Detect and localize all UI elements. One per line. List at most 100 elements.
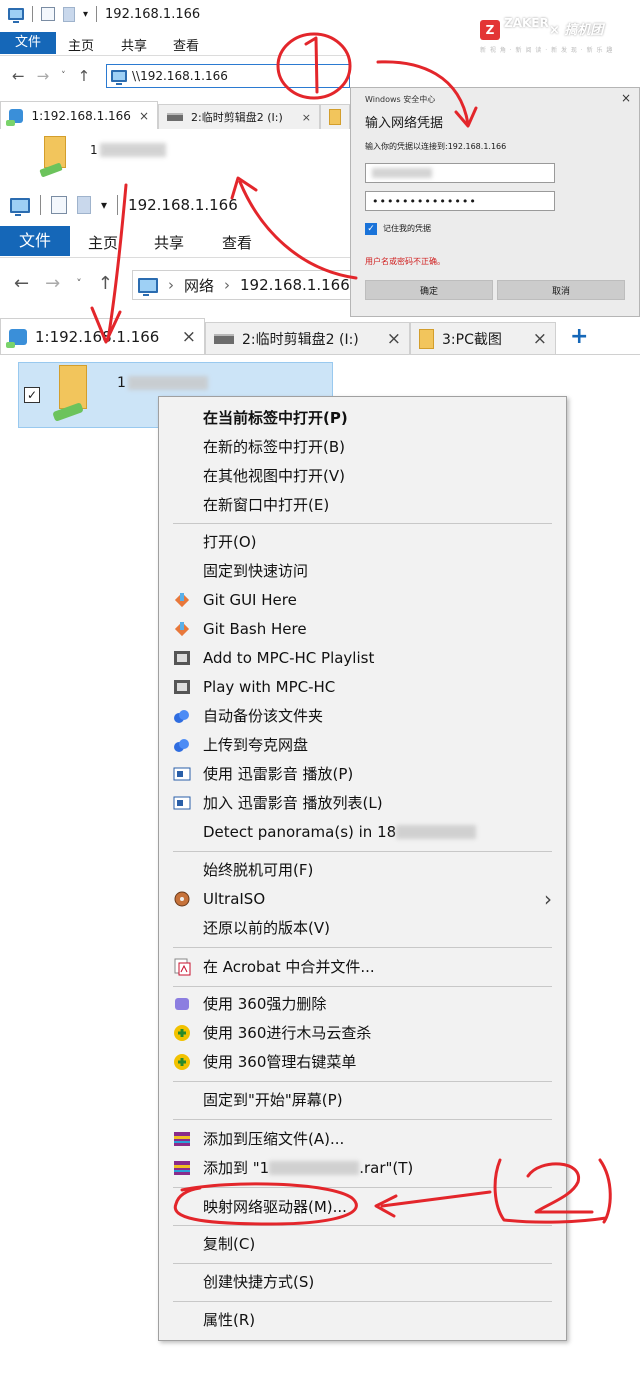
- top-tab-1[interactable]: 1:192.168.1.166 ×: [0, 101, 158, 129]
- menu-item-upload-quark[interactable]: 上传到夸克网盘: [159, 730, 566, 759]
- back-arrow-icon[interactable]: ←: [14, 273, 29, 294]
- back-arrow-icon[interactable]: ←: [12, 67, 25, 85]
- menu-item-add-rar[interactable]: 添加到 "1 .rar"(T): [159, 1153, 566, 1182]
- menu-item-offline[interactable]: 始终脱机可用(F): [159, 855, 566, 884]
- menu-item-label: 添加到 "1: [203, 1159, 270, 1177]
- redacted-text: [372, 168, 432, 178]
- top-ribbon-tab-view[interactable]: 查看: [173, 35, 199, 54]
- forward-arrow-icon[interactable]: →: [37, 67, 50, 85]
- toolbar-divider: [32, 6, 33, 22]
- watermark-brand: ZAKER: [504, 16, 549, 30]
- menu-item-label: 始终脱机可用(F): [203, 861, 314, 879]
- recent-locations-icon[interactable]: ˅: [61, 71, 66, 85]
- top-ribbon-tab-share[interactable]: 共享: [121, 35, 147, 54]
- menu-item-label: UltraISO: [203, 889, 266, 908]
- cancel-button[interactable]: 取消: [497, 280, 625, 300]
- item-name-text: 1: [90, 143, 98, 157]
- cloud-icon: [173, 707, 191, 725]
- menu-item-360-delete[interactable]: 使用 360强力删除: [159, 989, 566, 1018]
- main-ribbon-tab-home[interactable]: 主页: [88, 232, 118, 253]
- drive-icon: [167, 113, 183, 121]
- menu-item-detect-panorama[interactable]: Detect panorama(s) in 18: [159, 817, 566, 846]
- new-folder-icon[interactable]: [63, 6, 75, 22]
- remember-checkbox[interactable]: ✓: [365, 223, 377, 235]
- menu-item-acrobat-merge[interactable]: 在 Acrobat 中合并文件...: [159, 952, 566, 981]
- menu-item-pin-start[interactable]: 固定到"开始"屏幕(P): [159, 1085, 566, 1114]
- close-icon[interactable]: ×: [387, 329, 401, 349]
- network-share-icon: [6, 328, 27, 348]
- properties-icon[interactable]: [41, 7, 55, 21]
- menu-separator: [173, 1187, 552, 1188]
- customize-toolbar-icon[interactable]: ▾: [83, 9, 88, 20]
- redacted-text: [99, 143, 166, 157]
- main-quick-access-toolbar: ▾ 192.168.1.166: [10, 195, 238, 216]
- up-arrow-icon[interactable]: ↑: [98, 273, 113, 294]
- ok-button[interactable]: 确定: [365, 280, 493, 300]
- dialog-close-icon[interactable]: ×: [621, 91, 631, 105]
- menu-item-360-manage[interactable]: 使用 360管理右键菜单: [159, 1047, 566, 1076]
- menu-item-xunlei-play[interactable]: 使用 迅雷影音 播放(P): [159, 759, 566, 788]
- close-icon[interactable]: ×: [302, 111, 311, 124]
- main-ribbon-tab-view[interactable]: 查看: [222, 232, 252, 253]
- main-tab-3[interactable]: 3:PC截图 ×: [410, 322, 556, 354]
- item-name-text: 1: [117, 375, 126, 391]
- add-tab-button[interactable]: +: [570, 324, 588, 349]
- menu-item-ultraiso[interactable]: UltraISO ›: [159, 884, 566, 913]
- menu-item-open-new-window[interactable]: 在新窗口中打开(E): [159, 490, 566, 519]
- close-icon[interactable]: ×: [182, 327, 196, 347]
- top-tab-3[interactable]: [320, 104, 350, 129]
- main-tab-1[interactable]: 1:192.168.1.166 ×: [0, 318, 205, 354]
- selection-checkbox[interactable]: ✓: [24, 387, 40, 403]
- password-field[interactable]: ••••••••••••••: [365, 191, 555, 211]
- menu-item-create-shortcut[interactable]: 创建快捷方式(S): [159, 1267, 566, 1296]
- menu-item-label: 在其他视图中打开(V): [203, 467, 345, 485]
- close-icon[interactable]: ×: [533, 329, 547, 349]
- menu-item-mpc-play[interactable]: Play with MPC-HC: [159, 672, 566, 701]
- menu-item-mpc-playlist[interactable]: Add to MPC-HC Playlist: [159, 643, 566, 672]
- rar-icon: [173, 1159, 191, 1177]
- menu-item-open-other-view[interactable]: 在其他视图中打开(V): [159, 461, 566, 490]
- breadcrumb-host[interactable]: 192.168.1.166: [240, 276, 350, 294]
- menu-item-auto-backup[interactable]: 自动备份该文件夹: [159, 701, 566, 730]
- menu-item-git-gui[interactable]: Git GUI Here: [159, 585, 566, 614]
- top-ribbon-tab-home[interactable]: 主页: [68, 35, 94, 54]
- main-ribbon-tab-share[interactable]: 共享: [154, 232, 184, 253]
- menu-separator: [173, 947, 552, 948]
- main-tab-2[interactable]: 2:临时剪辑盘2 (I:) ×: [205, 322, 410, 354]
- top-network-folder-item[interactable]: [38, 136, 72, 180]
- username-field[interactable]: [365, 163, 555, 183]
- menu-item-git-bash[interactable]: Git Bash Here: [159, 614, 566, 643]
- menu-item-label: 固定到快速访问: [203, 562, 309, 580]
- customize-toolbar-icon[interactable]: ▾: [101, 198, 107, 212]
- main-item-name: 1: [117, 375, 208, 391]
- up-arrow-icon[interactable]: ↑: [78, 67, 91, 85]
- menu-item-properties[interactable]: 属性(R): [159, 1305, 566, 1334]
- menu-item-add-archive[interactable]: 添加到压缩文件(A)...: [159, 1124, 566, 1153]
- rar-icon: [173, 1130, 191, 1148]
- toolbar-divider: [117, 195, 119, 215]
- menu-item-label-suffix: .rar"(T): [359, 1158, 414, 1177]
- menu-item-open[interactable]: 打开(O): [159, 527, 566, 556]
- menu-item-pin-quick-access[interactable]: 固定到快速访问: [159, 556, 566, 585]
- menu-item-open-new-tab[interactable]: 在新的标签中打开(B): [159, 432, 566, 461]
- main-address-bar[interactable]: › 网络 › 192.168.1.166: [132, 270, 352, 300]
- top-tab-2[interactable]: 2:临时剪辑盘2 (I:) ×: [158, 104, 320, 129]
- forward-arrow-icon[interactable]: →: [45, 273, 60, 294]
- top-item-name: 1: [90, 143, 166, 157]
- menu-item-360-scan[interactable]: 使用 360进行木马云查杀: [159, 1018, 566, 1047]
- menu-item-copy[interactable]: 复制(C): [159, 1229, 566, 1258]
- recent-locations-icon[interactable]: ˅: [76, 277, 82, 290]
- menu-item-open-current-tab[interactable]: 在当前标签中打开(P): [159, 403, 566, 432]
- menu-item-map-network-drive[interactable]: 映射网络驱动器(M)...: [159, 1192, 566, 1221]
- menu-item-xunlei-playlist[interactable]: 加入 迅雷影音 播放列表(L): [159, 788, 566, 817]
- menu-item-restore-versions[interactable]: 还原以前的版本(V): [159, 913, 566, 942]
- breadcrumb-network[interactable]: 网络: [184, 275, 214, 296]
- menu-separator: [173, 986, 552, 987]
- top-ribbon-tab-file[interactable]: 文件: [0, 32, 56, 54]
- main-ribbon-tab-file[interactable]: 文件: [0, 226, 70, 256]
- close-icon[interactable]: ×: [139, 109, 149, 123]
- properties-icon[interactable]: [51, 196, 67, 214]
- top-address-bar[interactable]: \\192.168.1.166: [106, 64, 350, 88]
- new-folder-icon[interactable]: [77, 196, 91, 214]
- tab-label: 2:临时剪辑盘2 (I:): [191, 111, 283, 124]
